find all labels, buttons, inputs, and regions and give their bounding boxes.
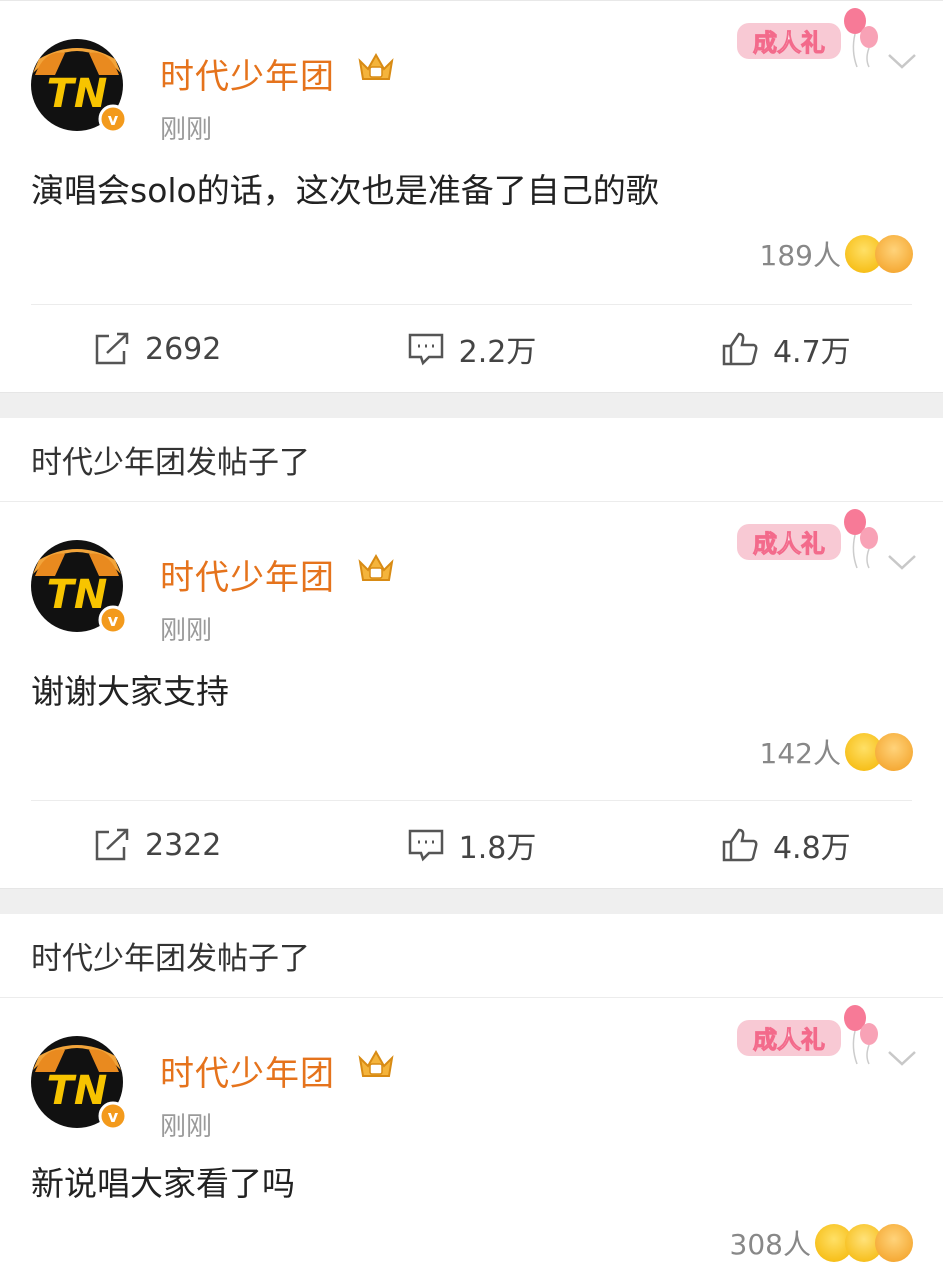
crown-icon: [358, 52, 394, 80]
svg-text:TN: TN: [47, 71, 108, 117]
tiger-logo-icon: TN v: [31, 540, 128, 634]
badge-text: 成人礼: [753, 29, 825, 57]
comment-button[interactable]: 2.2万: [314, 327, 628, 371]
like-button[interactable]: 4.8万: [629, 823, 943, 867]
avatar[interactable]: TN v: [25, 29, 129, 133]
repost-button[interactable]: 2322: [0, 827, 314, 863]
chevron-down-icon[interactable]: [887, 51, 917, 71]
post-header: TN v 时代少年团 刚刚 成人礼: [0, 998, 943, 1148]
post-text: 演唱会solo的话，这次也是准备了自己的歌: [31, 171, 659, 210]
balloon-badge-icon: 成人礼: [737, 509, 878, 569]
avatar[interactable]: TN v: [25, 1026, 129, 1130]
svg-text:v: v: [108, 1107, 119, 1126]
share-box-icon: [95, 332, 129, 365]
svg-text:TN: TN: [47, 572, 108, 618]
svg-text:TN: TN: [47, 1068, 108, 1114]
reaction-summary[interactable]: 189人: [760, 234, 913, 274]
section-gap: [0, 888, 943, 914]
comment-button[interactable]: 1.8万: [314, 823, 628, 867]
like-count: 4.7万: [772, 335, 851, 370]
balloon-badge-icon: 成人礼: [737, 8, 878, 68]
username[interactable]: 时代少年团: [160, 550, 335, 599]
thumbs-up-icon: [722, 828, 758, 862]
repost-count: 2322: [144, 827, 222, 863]
section-label: 时代少年团发帖子了: [0, 914, 943, 998]
emoji-stack: [845, 733, 913, 771]
emoji-stack: [845, 235, 913, 273]
action-bar: 2692 2.2万 4.7万: [0, 305, 943, 393]
reaction-count: 142人: [759, 737, 841, 770]
thumbs-up-icon: [722, 332, 758, 366]
post-card[interactable]: TN v 时代少年团 刚刚 成人礼 演唱会solo的话，这次也是准备了自己的歌 …: [0, 0, 943, 392]
chevron-down-icon[interactable]: [887, 552, 917, 572]
comment-bubble-icon: [408, 333, 443, 366]
comment-count: 2.2万: [458, 335, 537, 370]
emoji-stack: [815, 1224, 913, 1262]
username[interactable]: 时代少年团: [160, 1046, 335, 1095]
crown-icon: [358, 553, 394, 581]
post-text: 谢谢大家支持: [31, 672, 229, 711]
badge-text: 成人礼: [753, 530, 825, 558]
reaction-count: 189人: [759, 239, 841, 272]
share-box-icon: [95, 828, 129, 861]
reaction-summary[interactable]: 142人: [760, 732, 913, 772]
reaction-summary[interactable]: 308人: [730, 1223, 913, 1263]
username[interactable]: 时代少年团: [160, 49, 335, 98]
repost-count: 2692: [144, 331, 222, 367]
timestamp: 刚刚: [160, 616, 213, 646]
crown-icon: [358, 1049, 394, 1077]
post-header: TN v 时代少年团 刚刚 成人礼: [0, 502, 943, 652]
section-label: 时代少年团发帖子了: [0, 418, 943, 502]
like-count: 4.8万: [772, 831, 851, 866]
svg-text:v: v: [108, 110, 119, 129]
tiger-logo-icon: TN v: [31, 39, 128, 133]
kiss-emoji-icon: [875, 235, 913, 273]
reaction-count: 308人: [729, 1228, 811, 1261]
comment-count: 1.8万: [458, 831, 537, 866]
balloon-badge-icon: 成人礼: [737, 1005, 878, 1065]
post-card[interactable]: TN v 时代少年团 刚刚 成人礼 新说唱大家看了吗 308人: [0, 998, 943, 1279]
kiss-emoji-icon: [875, 733, 913, 771]
svg-text:v: v: [108, 611, 119, 630]
post-card[interactable]: TN v 时代少年团 刚刚 成人礼 谢谢大家支持 142人 2322 1.8万 …: [0, 502, 943, 888]
tiger-logo-icon: TN v: [31, 1036, 128, 1130]
timestamp: 刚刚: [160, 1112, 213, 1142]
chevron-down-icon[interactable]: [887, 1048, 917, 1068]
badge-text: 成人礼: [753, 1026, 825, 1054]
post-text: 新说唱大家看了吗: [31, 1164, 295, 1203]
kiss-emoji-icon: [875, 1224, 913, 1262]
repost-button[interactable]: 2692: [0, 331, 314, 367]
like-button[interactable]: 4.7万: [629, 327, 943, 371]
timestamp: 刚刚: [160, 115, 213, 145]
section-gap: [0, 392, 943, 418]
comment-bubble-icon: [408, 829, 443, 862]
post-header: TN v 时代少年团 刚刚 成人礼: [0, 1, 943, 151]
action-bar: 2322 1.8万 4.8万: [0, 801, 943, 889]
avatar[interactable]: TN v: [25, 530, 129, 634]
